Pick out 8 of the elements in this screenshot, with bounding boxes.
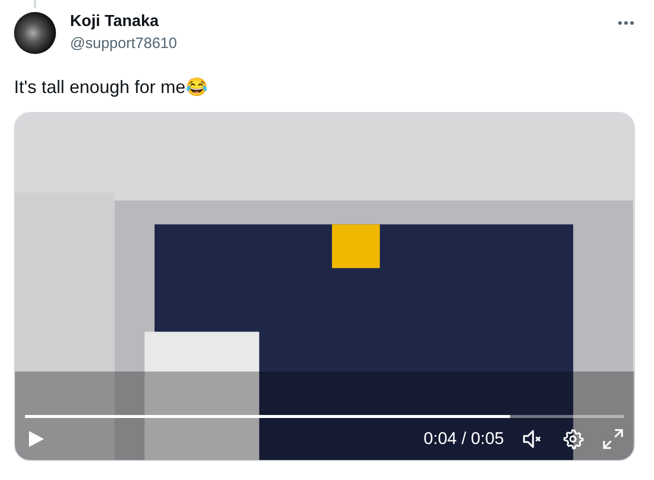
fullscreen-icon[interactable] [602,428,624,450]
author-name[interactable]: Koji Tanaka [70,13,603,31]
video-time: 0:04 / 0:05 [424,429,504,449]
author-handle[interactable]: @support78610 [70,35,603,52]
tweet-text: It's tall enough for me😂 [14,76,209,98]
more-icon[interactable] [617,20,635,26]
settings-icon[interactable] [562,428,584,450]
avatar[interactable] [14,12,56,54]
